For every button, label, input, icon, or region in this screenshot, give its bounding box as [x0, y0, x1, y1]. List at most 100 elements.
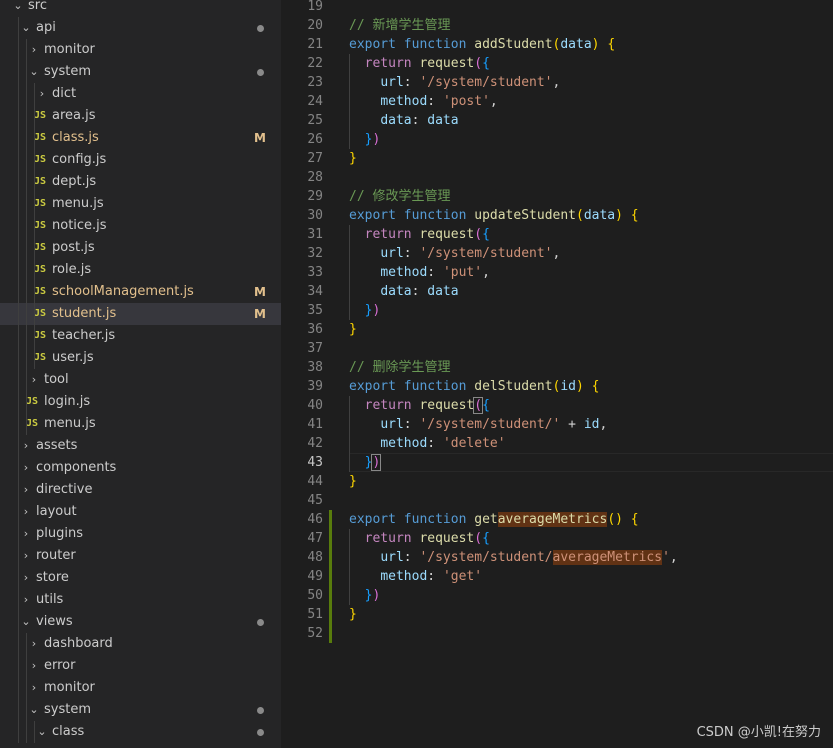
- folder-item[interactable]: ⌄ class: [0, 721, 281, 743]
- code-token: :: [427, 436, 443, 451]
- line-number: 33: [307, 265, 323, 280]
- code-line[interactable]: // 修改学生管理: [349, 187, 450, 206]
- code-line[interactable]: }): [349, 453, 382, 472]
- code-token: url: [380, 75, 404, 90]
- line-number: 22: [307, 56, 323, 71]
- folder-item[interactable]: › dict: [0, 83, 281, 105]
- folder-item[interactable]: › plugins: [0, 523, 281, 545]
- code-line[interactable]: export function getaverageMetrics() {: [349, 510, 639, 529]
- file-label: area.js: [52, 108, 96, 123]
- code-line[interactable]: }): [349, 586, 381, 605]
- folder-item[interactable]: › tool: [0, 369, 281, 391]
- code-line[interactable]: return request({: [349, 529, 490, 548]
- code-line[interactable]: }: [349, 149, 357, 168]
- folder-label: monitor: [44, 42, 95, 57]
- folder-item[interactable]: › layout: [0, 501, 281, 523]
- code-line[interactable]: }: [349, 605, 357, 624]
- folder-item[interactable]: › monitor: [0, 677, 281, 699]
- line-number: 23: [307, 75, 323, 90]
- code-line[interactable]: export function delStudent(id) {: [349, 377, 600, 396]
- code-token: ,: [489, 94, 498, 109]
- file-item[interactable]: JS menu.js: [0, 413, 281, 435]
- code-token: url: [380, 550, 404, 565]
- code-line[interactable]: }): [349, 301, 381, 320]
- code-token: request: [419, 227, 475, 242]
- line-number: 52: [307, 626, 323, 641]
- code-line[interactable]: url: '/system/student',: [349, 73, 560, 92]
- file-item[interactable]: JS config.js: [0, 149, 281, 171]
- file-item[interactable]: JS role.js: [0, 259, 281, 281]
- file-item[interactable]: JS schoolManagement.js M: [0, 281, 281, 303]
- folder-item[interactable]: ⌄ system: [0, 699, 281, 721]
- chevron-right-icon: ›: [23, 439, 29, 452]
- code-line[interactable]: method: 'delete': [349, 434, 505, 453]
- code-line[interactable]: method: 'post',: [349, 92, 498, 111]
- folder-item[interactable]: › monitor: [0, 39, 281, 61]
- code-line[interactable]: }): [349, 130, 381, 149]
- modified-badge: M: [254, 285, 266, 299]
- file-item[interactable]: JS area.js: [0, 105, 281, 127]
- code-line[interactable]: export function updateStudent(data) {: [349, 206, 639, 225]
- js-file-icon: JS: [34, 110, 47, 121]
- code-line[interactable]: method: 'get': [349, 567, 482, 586]
- folder-item[interactable]: › utils: [0, 589, 281, 611]
- folder-item[interactable]: › error: [0, 655, 281, 677]
- folder-item[interactable]: › store: [0, 567, 281, 589]
- folder-item[interactable]: ⌄ views: [0, 611, 281, 633]
- file-item[interactable]: JS post.js: [0, 237, 281, 259]
- folder-item[interactable]: › directive: [0, 479, 281, 501]
- code-line[interactable]: // 删除学生管理: [349, 358, 450, 377]
- code-line[interactable]: url: '/system/student/averageMetrics',: [349, 548, 678, 567]
- modified-badge: M: [254, 307, 266, 321]
- code-token: delStudent: [474, 379, 553, 394]
- code-line[interactable]: }: [349, 472, 357, 491]
- code-line[interactable]: url: '/system/student',: [349, 244, 560, 263]
- file-label: teacher.js: [52, 328, 116, 343]
- code-line[interactable]: url: '/system/student/' + id,: [349, 415, 607, 434]
- code-token: (: [474, 227, 483, 242]
- file-item[interactable]: JS class.js M: [0, 127, 281, 149]
- code-line[interactable]: // 新增学生管理: [349, 16, 450, 35]
- code-token: :: [403, 75, 420, 90]
- line-number: 44: [307, 474, 323, 489]
- code-editor[interactable]: 19 20 // 新增学生管理 21 export function addStuden…: [281, 0, 833, 748]
- code-line[interactable]: return request({: [349, 54, 490, 73]
- file-item[interactable]: JS dept.js: [0, 171, 281, 193]
- file-item[interactable]: JS notice.js: [0, 215, 281, 237]
- code-token: data: [380, 113, 412, 128]
- folder-label: api: [36, 20, 56, 35]
- folder-item[interactable]: › dashboard: [0, 633, 281, 655]
- folder-item[interactable]: › assets: [0, 435, 281, 457]
- file-item[interactable]: JS login.js: [0, 391, 281, 413]
- folder-item[interactable]: › router: [0, 545, 281, 567]
- folder-item[interactable]: ⌄ src: [0, 0, 281, 17]
- file-item[interactable]: JS user.js: [0, 347, 281, 369]
- file-item[interactable]: JS menu.js: [0, 193, 281, 215]
- code-token: {: [607, 37, 616, 52]
- file-item[interactable]: JS student.js M: [0, 303, 281, 325]
- code-token: 'post': [442, 94, 490, 109]
- tree-indent-guide: [34, 721, 35, 743]
- folder-item[interactable]: ⌄ system: [0, 61, 281, 83]
- code-token: ,: [599, 417, 608, 432]
- folder-item[interactable]: ⌄ api: [0, 17, 281, 39]
- code-line[interactable]: }: [349, 320, 357, 339]
- code-line[interactable]: return request({: [349, 225, 490, 244]
- folder-item[interactable]: › components: [0, 457, 281, 479]
- code-line[interactable]: data: data: [349, 282, 458, 301]
- code-line[interactable]: return request({: [349, 396, 490, 415]
- code-line[interactable]: export function addStudent(data) {: [349, 35, 615, 54]
- folder-label: components: [36, 460, 117, 475]
- chevron-right-icon: ›: [23, 527, 29, 540]
- code-token: get: [474, 512, 498, 527]
- code-line[interactable]: data: data: [349, 111, 458, 130]
- code-token: id: [583, 417, 600, 432]
- code-line[interactable]: method: 'put',: [349, 263, 490, 282]
- line-number: 28: [307, 170, 323, 185]
- git-added-gutter-bar: [329, 510, 332, 643]
- file-item[interactable]: JS teacher.js: [0, 325, 281, 347]
